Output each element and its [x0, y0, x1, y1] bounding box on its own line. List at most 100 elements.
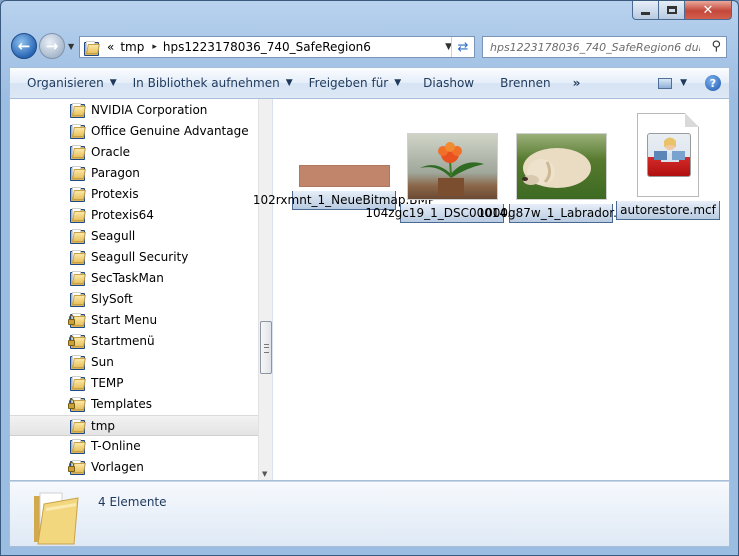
- recent-pages-dropdown[interactable]: ▼: [68, 42, 74, 51]
- search-box[interactable]: ⚲: [482, 36, 727, 58]
- folder-icon: [70, 208, 86, 223]
- maximize-button[interactable]: [659, 1, 685, 20]
- tree-item[interactable]: tmp: [10, 415, 258, 436]
- folder-icon: [70, 271, 86, 286]
- scrollbar-thumb[interactable]: [260, 321, 272, 374]
- tree-item[interactable]: NVIDIA Corporation: [10, 100, 258, 121]
- add-to-library-button[interactable]: In Bibliothek aufnehmen ▼: [125, 68, 301, 98]
- file-item-labrador-photo[interactable]: 1000g87w_1_Labrador.JPEG: [477, 133, 645, 223]
- file-list: 102rxmnt_1_Neue Bitmap.BMP 104zgc19_1_DSC…: [253, 99, 729, 480]
- file-name-line: autorestore.mcf: [620, 203, 716, 217]
- folder-icon: [70, 229, 86, 244]
- tree-item[interactable]: Oracle: [10, 142, 258, 163]
- tree-item[interactable]: Templates: [10, 394, 258, 415]
- tree-item-label: Protexis64: [91, 208, 154, 222]
- breadcrumb-separator-icon[interactable]: ▸: [152, 42, 157, 52]
- tree-item[interactable]: Sun: [10, 352, 258, 373]
- tree-item-label: SlySoft: [91, 292, 133, 306]
- share-with-label: Freigeben für: [308, 76, 389, 90]
- close-button[interactable]: ✕: [685, 1, 732, 20]
- navigation-pane: NVIDIA Corporation Office Genuine Advanta…: [10, 99, 273, 480]
- file-item-bitmap[interactable]: 102rxmnt_1_Neue Bitmap.BMP: [253, 121, 435, 210]
- close-icon: ✕: [702, 2, 714, 18]
- breadcrumb-tmp[interactable]: tmp: [120, 40, 144, 54]
- organize-button[interactable]: Organisieren ▼: [10, 68, 125, 98]
- scroll-down-icon[interactable]: ▼: [262, 470, 267, 478]
- folder-icon: [70, 250, 86, 265]
- tree-item[interactable]: Start Menu: [10, 310, 258, 331]
- tree-item[interactable]: Office Genuine Advantage: [10, 121, 258, 142]
- tree-item[interactable]: Seagull Security: [10, 247, 258, 268]
- file-name-line: 1000g87w_1_Labr: [477, 206, 587, 220]
- search-input[interactable]: [488, 39, 702, 55]
- address-bar[interactable]: « tmp ▸ hps1223178036_740_SafeRegion6 ▼ …: [79, 36, 475, 58]
- navigation-buttons: ← → ▼: [11, 33, 74, 59]
- caption-buttons: ✕: [632, 1, 732, 20]
- locked-folder-icon: [68, 460, 86, 475]
- folder-icon: [70, 419, 86, 434]
- tree-item[interactable]: TEMP: [10, 373, 258, 394]
- tree-item[interactable]: Protexis64: [10, 205, 258, 226]
- forward-button[interactable]: →: [39, 33, 65, 59]
- folder-icon: [32, 490, 79, 545]
- chevron-down-icon: ▼: [109, 78, 117, 88]
- toolbar-right: ▼ ?: [658, 68, 725, 98]
- tree-item[interactable]: WEBREG: [10, 478, 258, 480]
- file-name: 1000g87w_1_Labrador.JPEG: [477, 204, 645, 223]
- refresh-button[interactable]: ⇄: [451, 37, 474, 57]
- file-item-mcf[interactable]: autorestore.mcf: [616, 113, 720, 220]
- flower-photo-image: [419, 142, 484, 196]
- tree-item-label: Vorlagen: [91, 460, 144, 474]
- tree-item-label: Seagull: [91, 229, 136, 243]
- folder-icon: [70, 187, 86, 202]
- burn-label: Brennen: [500, 76, 551, 90]
- tree-item[interactable]: Paragon: [10, 163, 258, 184]
- tree-item[interactable]: Seagull: [10, 226, 258, 247]
- folder-icon: [70, 439, 86, 454]
- address-overflow[interactable]: «: [107, 40, 114, 54]
- locked-folder-icon: [68, 313, 86, 328]
- tree-item-label: Office Genuine Advantage: [91, 124, 249, 138]
- view-options-icon[interactable]: [658, 77, 673, 89]
- mcf-file-icon: [637, 113, 699, 197]
- item-count: 4 Elemente: [98, 495, 167, 509]
- view-options-dropdown-icon[interactable]: ▼: [680, 78, 687, 88]
- tree-item-label: SecTaskMan: [91, 271, 164, 285]
- add-to-library-label: In Bibliothek aufnehmen: [132, 76, 280, 90]
- tree-item[interactable]: T-Online: [10, 436, 258, 457]
- search-icon[interactable]: ⚲: [711, 39, 721, 54]
- tree-item-label: Oracle: [91, 145, 131, 159]
- more-commands-button[interactable]: »: [559, 68, 589, 98]
- tree-item[interactable]: Vorlagen: [10, 457, 258, 478]
- share-with-button[interactable]: Freigeben für ▼: [301, 68, 410, 98]
- folder-icon: [70, 292, 86, 307]
- folder-icon: [70, 145, 86, 160]
- tree-item-label: tmp: [91, 419, 116, 433]
- tree-item[interactable]: SecTaskMan: [10, 268, 258, 289]
- back-button[interactable]: ←: [11, 33, 37, 59]
- folder-icon: [70, 166, 86, 181]
- more-commands-icon: »: [572, 76, 581, 90]
- tree-item-label: Protexis: [91, 187, 139, 201]
- breadcrumb-current-folder[interactable]: hps1223178036_740_SafeRegion6: [163, 40, 371, 54]
- minimize-button[interactable]: [632, 1, 659, 20]
- burn-button[interactable]: Brennen: [482, 68, 558, 98]
- lock-icon: [68, 315, 75, 325]
- file-name-line: 104zgc19_1_DSC0: [365, 206, 477, 220]
- tree-item-label: Paragon: [91, 166, 140, 180]
- labrador-photo-thumbnail: [515, 133, 607, 200]
- navigation-scrollbar[interactable]: ▼: [258, 99, 272, 480]
- explorer-window: ✕ ← → ▼ « tmp ▸ hps1223178036_740_SafeRe…: [0, 0, 739, 556]
- minimize-icon: [641, 11, 650, 15]
- tree-item-label: Templates: [91, 397, 153, 411]
- content-area: NVIDIA Corporation Office Genuine Advanta…: [9, 99, 730, 481]
- tree-item[interactable]: Protexis: [10, 184, 258, 205]
- slideshow-button[interactable]: Diashow: [409, 68, 482, 98]
- help-button[interactable]: ?: [705, 75, 721, 91]
- tree-item-label: TEMP: [91, 376, 124, 390]
- tree-item[interactable]: SlySoft: [10, 289, 258, 310]
- tree-item-label: Startmenü: [91, 334, 155, 348]
- locked-folder-icon: [68, 334, 86, 349]
- tree-item[interactable]: Startmenü: [10, 331, 258, 352]
- arrow-right-icon: →: [45, 37, 59, 55]
